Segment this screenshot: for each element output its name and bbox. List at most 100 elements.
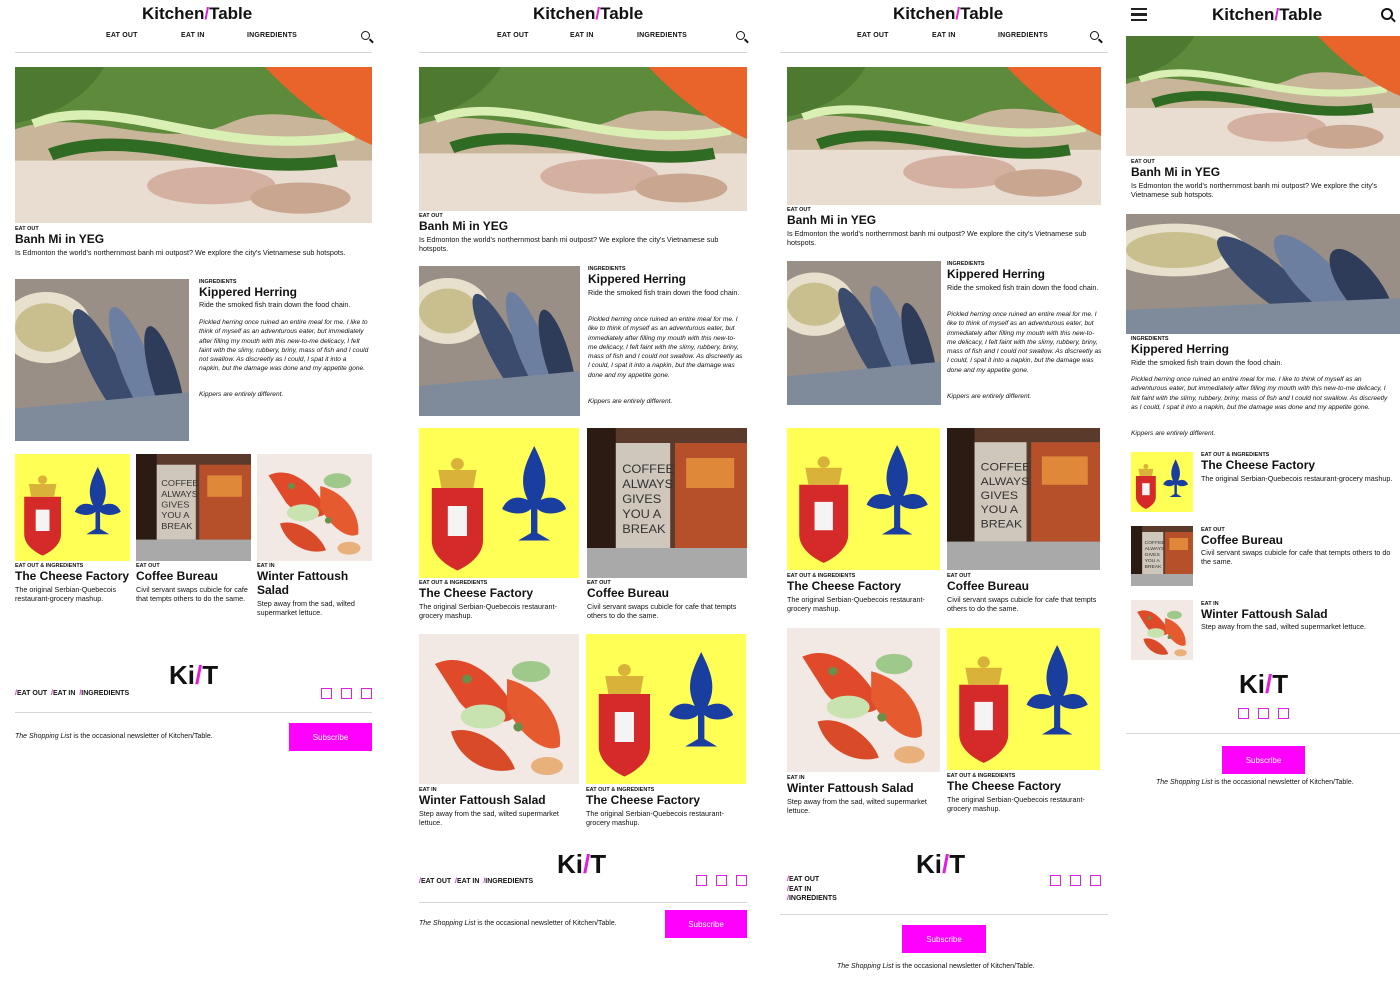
subscribe-button[interactable]: Subscribe bbox=[665, 910, 747, 938]
cheese-title[interactable]: The Cheese Factory bbox=[787, 579, 901, 593]
footer-divider bbox=[1126, 733, 1400, 734]
salad-title[interactable]: Winter Fattoush Salad bbox=[1201, 607, 1328, 621]
cheese-title[interactable]: The Cheese Factory bbox=[15, 569, 129, 583]
social-icon[interactable] bbox=[341, 688, 352, 699]
banh-desc: Is Edmonton the world's northernmost ban… bbox=[787, 229, 1087, 248]
search-icon[interactable] bbox=[1381, 8, 1393, 20]
herring-body2: Kippers are entirely different. bbox=[947, 393, 1032, 400]
banh-title[interactable]: Banh Mi in YEG bbox=[419, 219, 508, 233]
salad-image[interactable] bbox=[257, 454, 372, 561]
social-icon[interactable] bbox=[1238, 708, 1249, 719]
newsletter-text: The Shopping List is the occasional news… bbox=[1156, 779, 1354, 786]
social-icon[interactable] bbox=[1090, 875, 1101, 886]
herring-image[interactable] bbox=[1126, 214, 1400, 334]
social-icon[interactable] bbox=[696, 875, 707, 886]
herring-title[interactable]: Kippered Herring bbox=[199, 285, 297, 299]
social-icon[interactable] bbox=[716, 875, 727, 886]
banh-mi-image[interactable] bbox=[15, 67, 372, 223]
social-icon[interactable] bbox=[1070, 875, 1081, 886]
site-logo[interactable]: Kitchen/Table bbox=[533, 4, 643, 24]
social-icon[interactable] bbox=[1050, 875, 1061, 886]
coffee-title[interactable]: Coffee Bureau bbox=[947, 579, 1029, 593]
nav-ingredients[interactable]: INGREDIENTS bbox=[998, 32, 1048, 39]
herring-image[interactable] bbox=[787, 261, 941, 405]
site-logo[interactable]: Kitchen/Table bbox=[893, 4, 1003, 24]
banh-title[interactable]: Banh Mi in YEG bbox=[1131, 165, 1220, 179]
banh-mi-image[interactable] bbox=[419, 67, 747, 211]
subscribe-button[interactable]: Subscribe bbox=[902, 925, 986, 953]
herring-body: Pickled herring once ruined an entire me… bbox=[588, 316, 743, 379]
herring-body2: Kippers are entirely different. bbox=[1131, 430, 1216, 437]
herring-title[interactable]: Kippered Herring bbox=[1131, 342, 1229, 356]
footer-link-ingredients[interactable]: INGREDIENTS bbox=[789, 895, 837, 902]
herring-image[interactable] bbox=[419, 266, 580, 416]
search-icon[interactable] bbox=[361, 31, 370, 40]
cheese-title[interactable]: The Cheese Factory bbox=[586, 793, 700, 807]
cheese-image[interactable] bbox=[15, 454, 130, 561]
salad-image[interactable] bbox=[787, 628, 940, 772]
subscribe-button[interactable]: Subscribe bbox=[289, 723, 372, 751]
cheese-image[interactable] bbox=[787, 428, 940, 570]
banh-mi-image[interactable] bbox=[1126, 36, 1400, 156]
coffee-image[interactable] bbox=[1131, 526, 1193, 586]
subscribe-button[interactable]: Subscribe bbox=[1222, 746, 1305, 774]
footer-logo[interactable]: Ki/T bbox=[557, 849, 606, 880]
coffee-title[interactable]: Coffee Bureau bbox=[136, 569, 218, 583]
footer-logo[interactable]: Ki/T bbox=[169, 660, 218, 691]
hamburger-icon[interactable] bbox=[1131, 8, 1147, 21]
nav-eat-out[interactable]: EAT OUT bbox=[106, 32, 138, 39]
salad-image[interactable] bbox=[419, 634, 579, 784]
footer-link-eat-in[interactable]: EAT IN bbox=[789, 886, 811, 893]
footer-link-eat-out[interactable]: EAT OUT bbox=[421, 878, 451, 885]
footer-link-ingredients[interactable]: INGREDIENTS bbox=[81, 690, 129, 697]
social-icon[interactable] bbox=[736, 875, 747, 886]
banh-desc: Is Edmonton the world's northernmost ban… bbox=[419, 235, 719, 254]
cheese-image[interactable] bbox=[419, 428, 579, 578]
salad-image[interactable] bbox=[1131, 600, 1193, 660]
footer-link-eat-out[interactable]: EAT OUT bbox=[789, 876, 819, 883]
footer-link-ingredients[interactable]: INGREDIENTS bbox=[485, 878, 533, 885]
social-icon[interactable] bbox=[361, 688, 372, 699]
cheese-title[interactable]: The Cheese Factory bbox=[1201, 458, 1315, 472]
coffee-title[interactable]: Coffee Bureau bbox=[587, 586, 669, 600]
salad-title[interactable]: Winter Fattoush Salad bbox=[419, 793, 546, 807]
cheese-title[interactable]: The Cheese Factory bbox=[419, 586, 533, 600]
footer-link-eat-in[interactable]: EAT IN bbox=[53, 690, 75, 697]
banh-title[interactable]: Banh Mi in YEG bbox=[787, 213, 876, 227]
banh-mi-image[interactable] bbox=[787, 67, 1101, 205]
coffee-image[interactable] bbox=[136, 454, 251, 561]
search-icon[interactable] bbox=[1090, 31, 1099, 40]
herring-image[interactable] bbox=[15, 279, 189, 441]
nav-eat-in[interactable]: EAT IN bbox=[932, 32, 956, 39]
herring-title[interactable]: Kippered Herring bbox=[588, 272, 686, 286]
footer-link-eat-out[interactable]: EAT OUT bbox=[17, 690, 47, 697]
herring-title[interactable]: Kippered Herring bbox=[947, 267, 1045, 281]
herring-desc: Ride the smoked fish train down the food… bbox=[588, 288, 740, 297]
footer-logo[interactable]: Ki/T bbox=[1239, 669, 1288, 700]
salad-title[interactable]: Winter Fattoush Salad bbox=[787, 781, 914, 795]
footer-logo[interactable]: Ki/T bbox=[916, 849, 965, 880]
footer-link-eat-in[interactable]: EAT IN bbox=[457, 878, 479, 885]
social-icon[interactable] bbox=[321, 688, 332, 699]
search-icon[interactable] bbox=[736, 31, 745, 40]
cheese-image[interactable] bbox=[1131, 452, 1193, 512]
nav-eat-out[interactable]: EAT OUT bbox=[497, 32, 529, 39]
coffee-title[interactable]: Coffee Bureau bbox=[1201, 533, 1283, 547]
salad-title[interactable]: Winter Fattoush Salad bbox=[257, 569, 372, 597]
coffee-image[interactable] bbox=[947, 428, 1100, 570]
nav-ingredients[interactable]: INGREDIENTS bbox=[637, 32, 687, 39]
social-icon[interactable] bbox=[1258, 708, 1269, 719]
social-icon[interactable] bbox=[1278, 708, 1289, 719]
banh-title[interactable]: Banh Mi in YEG bbox=[15, 232, 104, 246]
nav-ingredients[interactable]: INGREDIENTS bbox=[247, 32, 297, 39]
cheese-image[interactable] bbox=[947, 628, 1100, 770]
nav-eat-out[interactable]: EAT OUT bbox=[857, 32, 889, 39]
cheese-title[interactable]: The Cheese Factory bbox=[947, 779, 1061, 793]
site-logo[interactable]: Kitchen/Table bbox=[142, 4, 252, 24]
main-nav: EAT OUT EAT IN INGREDIENTS bbox=[780, 32, 1115, 42]
coffee-image[interactable] bbox=[587, 428, 747, 578]
nav-eat-in[interactable]: EAT IN bbox=[181, 32, 205, 39]
site-logo[interactable]: Kitchen/Table bbox=[1212, 5, 1322, 25]
nav-eat-in[interactable]: EAT IN bbox=[570, 32, 594, 39]
cheese-image[interactable] bbox=[586, 634, 746, 784]
